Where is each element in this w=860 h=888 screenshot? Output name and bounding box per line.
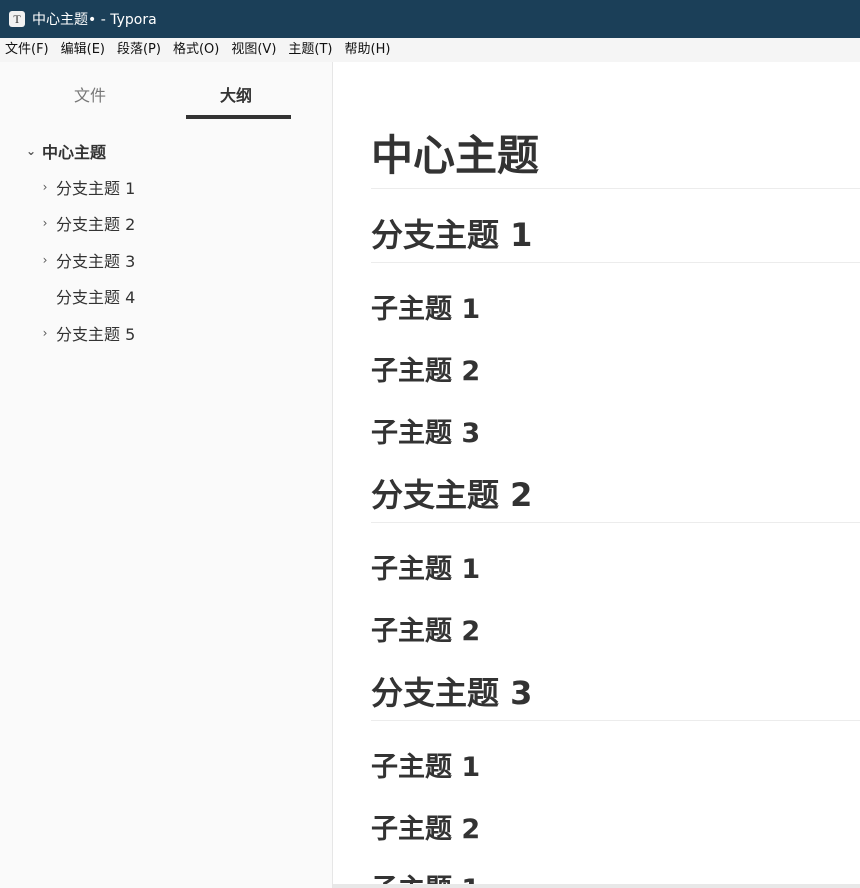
outline-item-label: 分支主题 1 (56, 179, 136, 198)
menu-file[interactable]: 文件(F) (0, 38, 55, 62)
outline-item-label: 分支主题 3 (56, 252, 136, 271)
sidebar: 文件 大纲 ⌄ 中心主题 › 分支主题 1 › 分支主题 2 › 分支主题 3 … (0, 62, 333, 888)
heading-3[interactable]: 子主题 2 (371, 807, 860, 846)
heading-1[interactable]: 中心主题 (371, 122, 860, 183)
outline-item-center-topic[interactable]: ⌄ 中心主题 (24, 136, 106, 166)
outline-item-branch-3[interactable]: › 分支主题 3 (38, 245, 136, 275)
heading-2[interactable]: 分支主题 2 (371, 470, 860, 516)
heading-3[interactable]: 子主题 3 (371, 411, 860, 450)
title-bar: T 中心主题• - Typora (0, 0, 860, 38)
outline-item-branch-2[interactable]: › 分支主题 2 (38, 208, 136, 238)
heading-3[interactable]: 子主题 1 (371, 287, 860, 326)
window-title: 中心主题• - Typora (32, 12, 157, 28)
chevron-right-icon[interactable]: › (38, 326, 52, 340)
heading-divider (371, 522, 860, 523)
heading-divider (371, 262, 860, 263)
outline-item-label: 分支主题 2 (56, 215, 136, 234)
menu-view[interactable]: 视图(V) (225, 38, 282, 62)
outline-item-branch-5[interactable]: › 分支主题 5 (38, 318, 136, 348)
chevron-right-icon[interactable]: › (38, 216, 52, 230)
menu-format[interactable]: 格式(O) (167, 38, 225, 62)
tab-files[interactable]: 文件 (74, 82, 106, 106)
sidebar-tabs: 文件 大纲 (0, 62, 332, 120)
menu-paragraph[interactable]: 段落(P) (111, 38, 167, 62)
heading-3[interactable]: 子主题 1 (371, 745, 860, 784)
heading-2[interactable]: 分支主题 3 (371, 668, 860, 714)
horizontal-scrollbar[interactable] (333, 884, 860, 888)
menu-bar: 文件(F) 编辑(E) 段落(P) 格式(O) 视图(V) 主题(T) 帮助(H… (0, 38, 860, 62)
editor-pane[interactable]: 中心主题 分支主题 1 子主题 1 子主题 2 子主题 3 分支主题 2 子主题… (333, 62, 860, 888)
outline-item-label: 分支主题 5 (56, 325, 136, 344)
active-tab-indicator (186, 115, 291, 119)
outline-item-label: 中心主题 (42, 143, 107, 162)
heading-divider (371, 188, 860, 189)
heading-3[interactable]: 子主题 2 (371, 609, 860, 648)
chevron-right-icon[interactable]: › (38, 253, 52, 267)
typora-app-icon: T (9, 11, 25, 27)
menu-theme[interactable]: 主题(T) (282, 38, 338, 62)
outline-item-branch-4[interactable]: 分支主题 4 (38, 281, 135, 311)
heading-3[interactable]: 子主题 1 (371, 547, 860, 586)
menu-help[interactable]: 帮助(H) (339, 38, 397, 62)
chevron-down-icon[interactable]: ⌄ (24, 144, 38, 158)
outline-item-label: 分支主题 4 (56, 288, 136, 307)
menu-edit[interactable]: 编辑(E) (55, 38, 111, 62)
heading-divider (371, 720, 860, 721)
chevron-right-icon[interactable]: › (38, 180, 52, 194)
heading-2[interactable]: 分支主题 1 (371, 210, 860, 256)
outline-item-branch-1[interactable]: › 分支主题 1 (38, 172, 136, 202)
tab-outline[interactable]: 大纲 (220, 82, 252, 106)
heading-3[interactable]: 子主题 2 (371, 349, 860, 388)
